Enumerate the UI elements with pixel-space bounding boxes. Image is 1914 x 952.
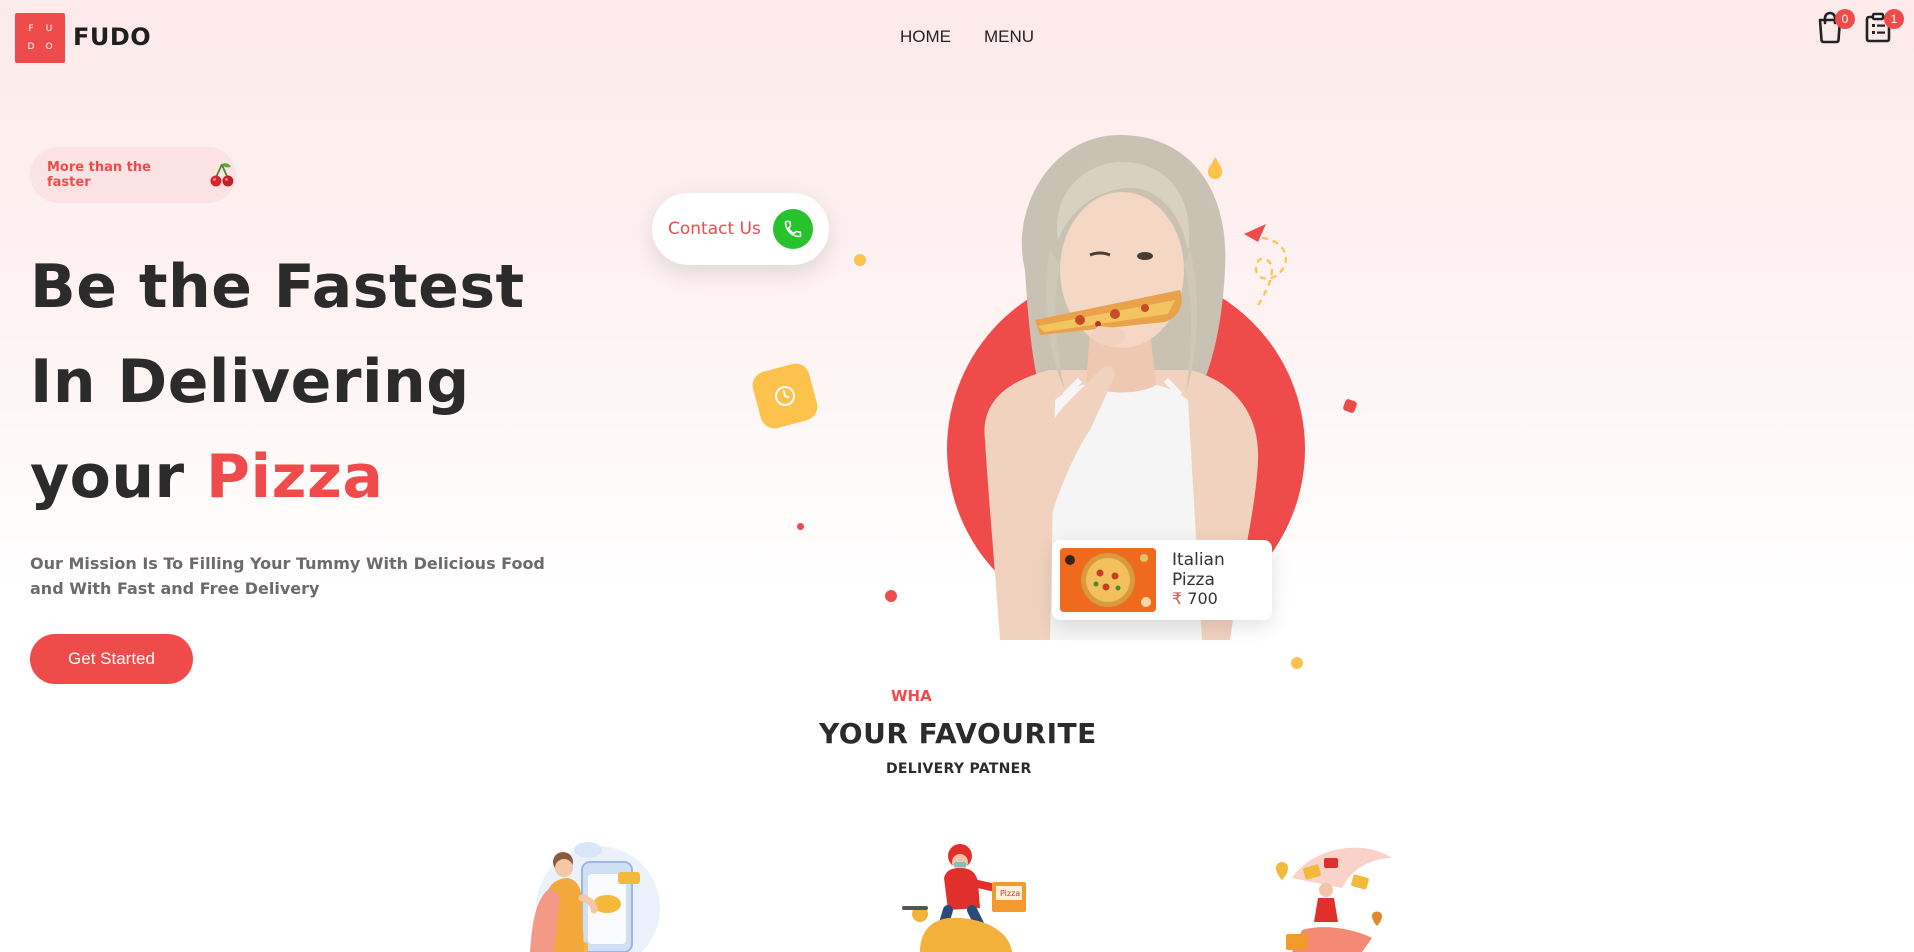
pizza-thumbnail — [1060, 548, 1156, 612]
section-title: YOUR FAVOURITE — [819, 717, 1097, 747]
headline-plain: your — [30, 442, 185, 512]
decor-dot — [1342, 398, 1358, 414]
headline-line-3: your Pizza — [30, 430, 525, 525]
orders-button[interactable]: 1 — [1864, 9, 1904, 44]
product-price: ₹ 700 — [1172, 589, 1218, 608]
logo-letter: D — [27, 42, 35, 52]
logo-letter: O — [45, 42, 53, 52]
svg-text:Pizza: Pizza — [1000, 889, 1020, 898]
clock-icon — [775, 386, 795, 406]
product-name: Italian Pizza — [1172, 550, 1225, 590]
headline-accent: Pizza — [206, 442, 384, 512]
price-value: 700 — [1187, 589, 1218, 608]
clock-tile — [749, 360, 821, 432]
product-card[interactable]: Italian Pizza ₹ 700 — [1052, 540, 1272, 620]
decor-dot — [885, 590, 897, 602]
logo[interactable]: F U D O — [15, 13, 65, 63]
logo-letter: U — [45, 24, 53, 34]
section-kicker: WHA — [891, 687, 932, 705]
currency-symbol: ₹ — [1172, 589, 1183, 608]
decor-dot — [854, 254, 866, 266]
section-subtitle: DELIVERY PATNER — [886, 761, 1032, 777]
main-nav: HOME MENU — [900, 27, 1034, 47]
nav-home[interactable]: HOME — [900, 27, 951, 47]
headline-line-1: Be the Fastest — [30, 252, 525, 322]
decor-dot — [797, 523, 804, 530]
fast-delivery-illustration — [1276, 847, 1392, 952]
contact-us-button[interactable]: Contact Us — [652, 193, 829, 265]
logo-letter: F — [28, 24, 34, 34]
get-started-button[interactable]: Get Started — [30, 634, 193, 684]
headline-line-2: In Delivering — [30, 347, 470, 417]
orders-count-badge: 1 — [1884, 9, 1904, 29]
brand-name[interactable]: FUDO — [73, 23, 151, 51]
scooter-delivery-illustration: Pizza — [902, 844, 1026, 952]
contact-label: Contact Us — [668, 219, 761, 239]
tagline-pill: More than the faster — [30, 147, 236, 203]
nav-menu[interactable]: MENU — [984, 27, 1034, 47]
decor-dot — [1291, 657, 1303, 669]
mission-text: Our Mission Is To Filling Your Tummy Wit… — [30, 554, 545, 598]
cart-count-badge: 0 — [1835, 9, 1855, 29]
tagline-text: More than the faster — [47, 160, 151, 190]
cart-button[interactable]: 0 — [1815, 9, 1855, 44]
hero-headline: Be the Fastest In Delivering your Pizza — [30, 240, 525, 525]
cherry-icon — [210, 163, 234, 187]
order-online-illustration — [530, 842, 660, 952]
phone-icon — [773, 209, 813, 249]
